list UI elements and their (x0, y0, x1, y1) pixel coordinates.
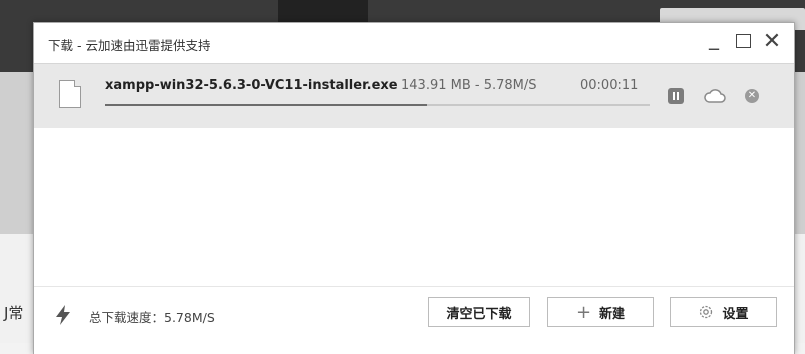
gear-icon (698, 304, 714, 320)
download-list-empty-area (34, 128, 794, 286)
settings-label: 设置 (722, 306, 749, 322)
settings-button[interactable]: 设置 (670, 297, 777, 327)
maximize-button[interactable] (731, 28, 755, 54)
title-bar[interactable]: 下载 - 云加速由迅雷提供支持 _ ✕ (34, 23, 794, 63)
file-icon (59, 80, 81, 108)
total-speed-label: 总下载速度：5.78M/S (89, 310, 215, 325)
footer-bar: 总下载速度：5.78M/S 清空已下载 + 新建 设置 (34, 286, 794, 354)
pause-button[interactable] (668, 88, 684, 104)
minimize-button[interactable]: _ (702, 25, 726, 51)
window-title: 下载 - 云加速由迅雷提供支持 (48, 38, 211, 53)
download-item[interactable]: xampp-win32-5.6.3-0-VC11-installer.exe 1… (34, 63, 794, 129)
cloud-icon (704, 89, 726, 103)
download-window: 下载 - 云加速由迅雷提供支持 _ ✕ xampp-win32-5.6.3-0-… (33, 22, 795, 354)
size-speed: 143.91 MB - 5.78M/S (401, 78, 537, 93)
progress-track (105, 104, 650, 106)
cloud-button[interactable] (704, 88, 726, 104)
cancel-button[interactable]: ✕ (745, 89, 759, 103)
progress-fill (105, 104, 427, 106)
browser-tab-dark (278, 0, 368, 22)
time-remaining: 00:00:11 (580, 78, 639, 93)
lightning-icon (56, 305, 70, 325)
new-download-label: 新建 (599, 306, 626, 322)
close-button[interactable]: ✕ (760, 28, 784, 54)
clear-downloaded-button[interactable]: 清空已下载 (428, 297, 530, 327)
plus-icon: + (575, 301, 592, 323)
maximize-icon (735, 34, 751, 48)
cancel-icon: ✕ (747, 90, 757, 101)
new-download-button[interactable]: + 新建 (547, 297, 654, 327)
pause-icon (673, 92, 679, 100)
background-page-text: J常 (4, 304, 24, 322)
file-name: xampp-win32-5.6.3-0-VC11-installer.exe (105, 78, 398, 93)
